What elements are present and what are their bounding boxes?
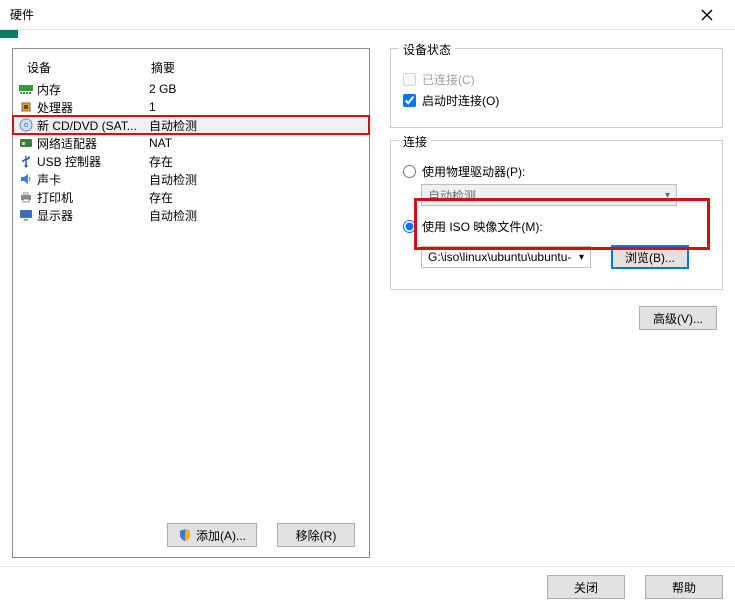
device-row[interactable]: 处理器 1 [13,98,369,116]
chevron-down-icon: ▾ [665,190,670,201]
disc-icon [19,118,33,132]
device-summary: 自动检测 [149,207,365,224]
remove-device-button[interactable]: 移除(R) [277,523,355,547]
display-icon [19,208,33,222]
device-row[interactable]: 新 CD/DVD (SAT... 自动检测 [13,116,369,134]
device-row[interactable]: 打印机 存在 [13,188,369,206]
device-table-header: 设备 摘要 [13,55,369,80]
connection-group: 连接 使用物理驱动器(P): 自动检测 ▾ 使用 ISO 映像文件(M): G:… [390,140,723,290]
autoconnect-checkbox[interactable]: 启动时连接(O) [403,92,710,109]
device-name: 显示器 [37,207,73,224]
tab-marker-icon [0,30,18,38]
connected-checkbox[interactable]: 已连接(C) [403,71,710,88]
device-row[interactable]: 声卡 自动检测 [13,170,369,188]
device-row[interactable]: 显示器 自动检测 [13,206,369,224]
titlebar: 硬件 [0,0,735,30]
iso-file-radio[interactable]: 使用 ISO 映像文件(M): [403,218,710,235]
device-name: 声卡 [37,171,61,188]
device-row[interactable]: 内存 2 GB [13,80,369,98]
physical-drive-select[interactable]: 自动检测 ▾ [421,184,677,206]
browse-button[interactable]: 浏览(B)... [611,245,689,269]
shield-icon [178,528,192,542]
device-summary: 自动检测 [149,171,365,188]
device-summary: 2 GB [149,82,365,96]
device-status-group: 设备状态 已连接(C) 启动时连接(O) [390,48,723,128]
connected-checkbox-input [403,73,416,86]
device-list-panel: 设备 摘要 内存2 GB处理器1新 CD/DVD (SAT...自动检测网络适配… [12,48,370,558]
advanced-button[interactable]: 高级(V)... [639,306,717,330]
device-summary: NAT [149,136,365,150]
device-name: 打印机 [37,189,73,206]
device-summary: 存在 [149,153,365,170]
iso-file-radio-input[interactable] [403,220,416,233]
window-title: 硬件 [10,6,34,23]
physical-drive-radio-input[interactable] [403,165,416,178]
close-icon [701,9,713,21]
col-summary: 摘要 [151,59,361,76]
device-name: 处理器 [37,99,73,116]
cpu-icon [19,100,33,114]
device-name: USB 控制器 [37,153,101,170]
device-name: 网络适配器 [37,135,97,152]
autoconnect-checkbox-input[interactable] [403,94,416,107]
device-summary: 1 [149,100,365,114]
add-device-button[interactable]: 添加(A)... [167,523,257,547]
connection-legend: 连接 [399,133,431,150]
iso-path-select[interactable]: G:\iso\linux\ubuntu\ubuntu- ▾ [421,246,591,268]
close-window-button[interactable] [687,1,727,29]
printer-icon [19,190,33,204]
device-name: 内存 [37,81,61,98]
device-summary: 自动检测 [149,117,365,134]
device-summary: 存在 [149,189,365,206]
device-name: 新 CD/DVD (SAT... [37,117,137,134]
help-button[interactable]: 帮助 [645,575,723,599]
device-row[interactable]: USB 控制器 存在 [13,152,369,170]
chevron-down-icon: ▾ [579,252,584,263]
close-button[interactable]: 关闭 [547,575,625,599]
col-device: 设备 [21,59,151,76]
memory-icon [19,82,33,96]
nic-icon [19,136,33,150]
dialog-footer: 关闭 帮助 [0,566,735,607]
device-row[interactable]: 网络适配器 NAT [13,134,369,152]
sound-icon [19,172,33,186]
usb-icon [19,154,33,168]
device-status-legend: 设备状态 [399,41,455,58]
tab-strip [0,30,735,40]
physical-drive-radio[interactable]: 使用物理驱动器(P): [403,163,710,180]
